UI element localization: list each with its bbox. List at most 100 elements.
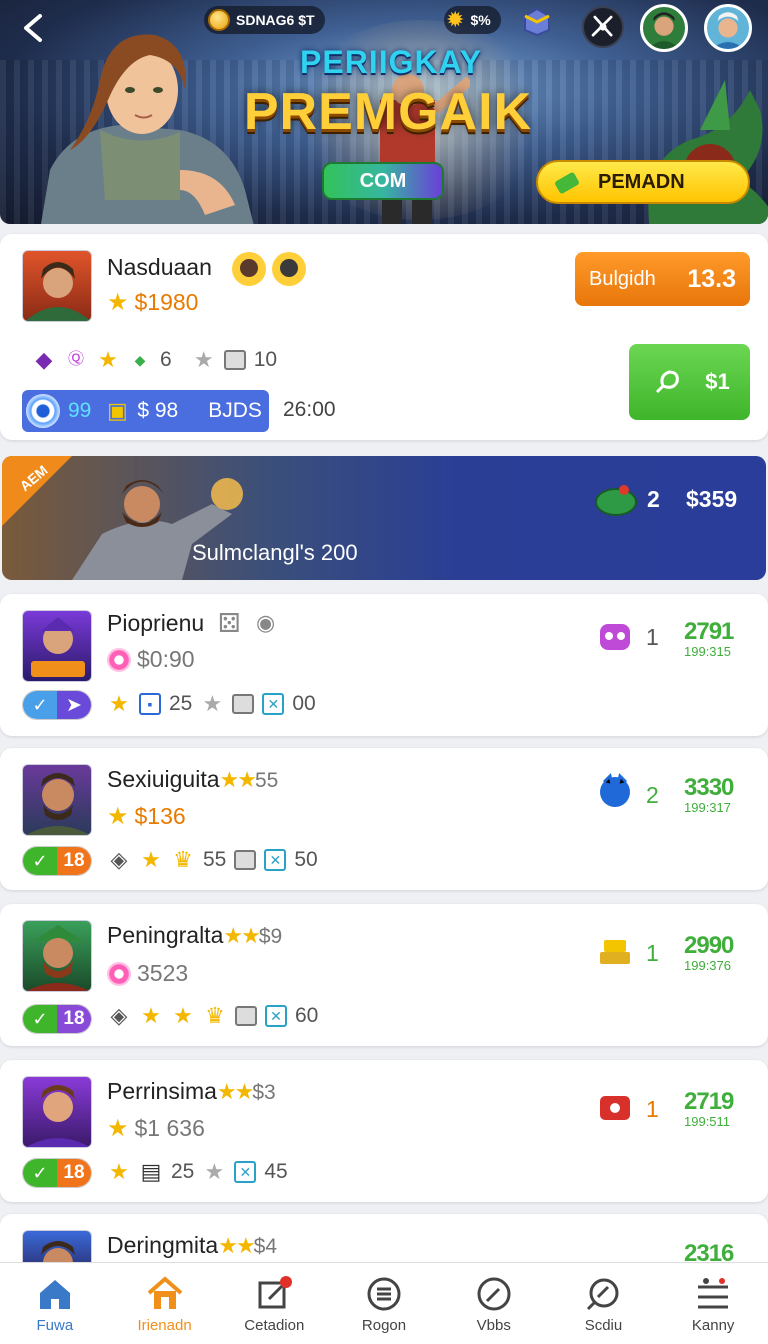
- ticket-icon: [555, 172, 579, 194]
- row-time: 199:317: [684, 800, 731, 815]
- row-score: 2791: [684, 618, 734, 645]
- bulgidh-value: 13.3: [687, 264, 736, 293]
- star-icon: ★: [173, 1003, 193, 1028]
- nav-item-friends[interactable]: Irienadn: [110, 1263, 220, 1344]
- crown-box-icon: [235, 1006, 257, 1026]
- star-icon: ★: [109, 1159, 129, 1184]
- back-arrow-icon[interactable]: [14, 8, 54, 48]
- buy-button[interactable]: $1: [629, 344, 750, 420]
- bulgidh-button[interactable]: Bulgidh 13.3: [575, 252, 750, 306]
- player-name-text: Deringmita: [107, 1232, 219, 1258]
- star-icon: ★: [141, 1003, 161, 1028]
- player-avatar: [22, 250, 92, 322]
- player-money-value: $136: [134, 803, 186, 829]
- stat-value-1: 25: [169, 692, 193, 715]
- rank-badge: ✓ ➤: [22, 690, 92, 720]
- event-banner[interactable]: AEM Sulmclangl's 200 2 $359: [2, 456, 766, 580]
- mask-icon: [600, 624, 630, 650]
- stat-value-2: 10: [253, 348, 278, 371]
- hero-title: PREMGAIK: [243, 83, 533, 141]
- player-money: $0:90: [107, 646, 195, 673]
- player-name-extra: $9: [258, 925, 283, 948]
- player-avatar: [22, 920, 92, 992]
- crown-box-icon: [232, 694, 255, 714]
- team-avatars-icon: [232, 252, 306, 286]
- player-stats: ★ ▪ 25 ★ ✕ 00: [107, 692, 316, 716]
- nav-item-menu[interactable]: Rogon: [329, 1263, 439, 1344]
- nav-item-home[interactable]: Fuwa: [0, 1263, 110, 1344]
- edit-icon: [258, 1276, 293, 1309]
- player-name-text: Sexiuiguita: [107, 766, 220, 792]
- silver-star-icon: ★: [204, 1159, 225, 1184]
- crown-box-icon: [234, 850, 257, 870]
- player-stats: ◆ Ⓠ ★ ◆ 6 ★ 10: [32, 347, 278, 372]
- player-name: Pioprienu: [107, 610, 205, 636]
- nav-item-edit[interactable]: Cetadion: [219, 1263, 329, 1344]
- crown-icon: ♛: [205, 1003, 225, 1028]
- house-icon: [147, 1276, 182, 1309]
- banner-count: 2: [647, 486, 660, 512]
- bottom-navigation: Fuwa Irienadn Cetadion Rogon Vbbs Scdiu …: [0, 1262, 768, 1344]
- user-avatar[interactable]: [704, 4, 752, 52]
- star-icon: ★: [107, 803, 129, 830]
- player-money: ★ $1 636: [107, 1114, 205, 1143]
- player-row[interactable]: Peningralta★★$9 3523 ✓ 18 ◈ ★ ★ ♛ ✕ 60 1…: [0, 904, 768, 1046]
- clipboard-icon: ▤: [140, 1159, 162, 1184]
- row-count: 2: [646, 782, 659, 808]
- reward-bar[interactable]: 99 ▣ $ 98 BJDS: [22, 390, 269, 432]
- gem-balance[interactable]: ✹ $%: [444, 6, 501, 34]
- premadn-button[interactable]: PEMADN: [536, 160, 750, 204]
- player-money: ★ $136: [107, 802, 186, 831]
- menu-icon: [367, 1277, 401, 1311]
- search-icon: [587, 1278, 619, 1311]
- player-row[interactable]: Perrinsima★★$3 ★ $1 636 ✓ 18 ★ ▤ 25 ★ ✕ …: [0, 1060, 768, 1202]
- player-name-extra: 55: [254, 769, 279, 792]
- chest-icon[interactable]: [522, 6, 552, 36]
- compass-icon: [477, 1277, 511, 1311]
- rank-badge-value: 18: [57, 847, 91, 875]
- player-money-value: $0:90: [137, 646, 195, 672]
- crossed-swords-button[interactable]: [582, 6, 624, 48]
- hero-banner: SDNAG6 $T ✹ $% PERIIGKAY PREMGAIK COM PE…: [0, 0, 768, 224]
- row-count: 1: [646, 940, 659, 966]
- nav-label: Rogon: [361, 1317, 407, 1334]
- check-icon: ✓: [23, 1159, 57, 1187]
- player-portrait: [25, 262, 91, 321]
- player-row[interactable]: Pioprienu ⚄ ◉ $0:90 ✓ ➤ ★ ▪ 25 ★ ✕ 00 1 …: [0, 594, 768, 736]
- com-button[interactable]: COM: [322, 162, 444, 200]
- star-icon: ★: [98, 347, 118, 372]
- reward-value-2: $ 98: [137, 399, 179, 422]
- row-score: 2990: [684, 932, 734, 959]
- row-time: 199:376: [684, 958, 731, 973]
- player-portrait: [31, 617, 85, 677]
- row-time: 199:315: [684, 644, 731, 659]
- player-name-text: Peningralta: [107, 922, 224, 948]
- player-money-value: $1 636: [134, 1115, 205, 1141]
- player-avatar: [22, 610, 92, 682]
- nav-label: Cetadion: [244, 1317, 305, 1334]
- nav-item-settings[interactable]: Kanny: [658, 1263, 768, 1344]
- stat-value-2: 60: [295, 1004, 319, 1027]
- featured-player-card[interactable]: Nasduaan ★ $1980 ◆ Ⓠ ★ ◆ 6 ★ 10 99 ▣ $ 9…: [0, 234, 768, 440]
- player-avatar: [22, 764, 92, 836]
- row-count: 1: [646, 624, 659, 650]
- star-badge-icon: ✹: [446, 7, 465, 32]
- stat-value-1: 55: [203, 848, 227, 871]
- nav-label: Kanny: [691, 1317, 735, 1334]
- teal-box-icon: ✕: [265, 1005, 287, 1027]
- nav-item-compass[interactable]: Vbbs: [439, 1263, 549, 1344]
- friend-avatar[interactable]: [640, 4, 688, 52]
- nav-item-search[interactable]: Scdiu: [549, 1263, 659, 1344]
- player-stats: ◈ ★ ♛ 55 ✕ 50: [107, 848, 318, 872]
- player-row[interactable]: Sexiuiguita★★55 ★ $136 ✓ 18 ◈ ★ ♛ 55 ✕ 5…: [0, 748, 768, 890]
- reward-label: BJDS: [208, 399, 262, 422]
- rank-badge: ✓ 18: [22, 1004, 92, 1034]
- stars-icon: ★★: [223, 923, 260, 948]
- row-score: 2719: [684, 1088, 734, 1115]
- player-name-extra: $4: [253, 1235, 278, 1258]
- stat-value-2: 50: [294, 848, 318, 871]
- gem-chest-icon: [595, 485, 637, 516]
- coin-balance[interactable]: SDNAG6 $T: [204, 6, 325, 34]
- crown-box-icon: [223, 350, 246, 370]
- settings-icon: [698, 1278, 729, 1309]
